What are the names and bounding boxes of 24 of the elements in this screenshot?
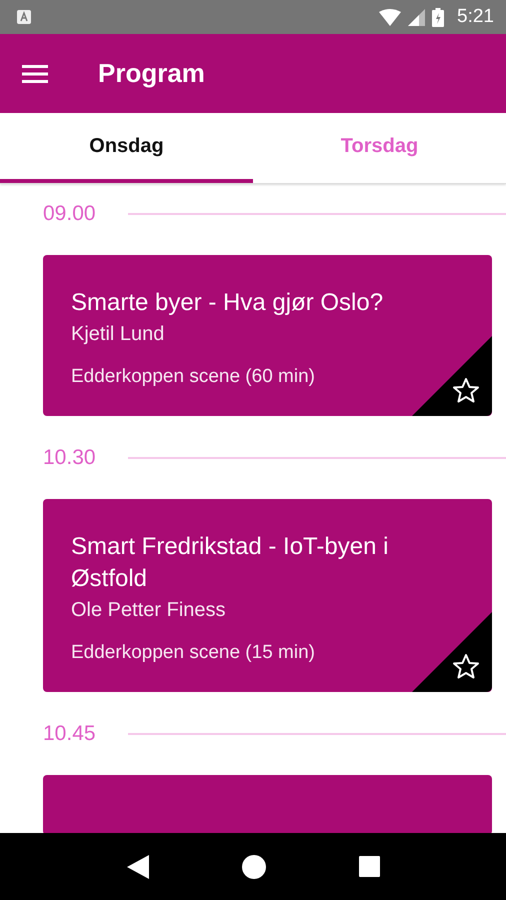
signal-icon <box>408 8 426 26</box>
speaker-name: Kjetil Lund <box>71 323 166 346</box>
menu-icon[interactable] <box>22 64 48 82</box>
session-location: Edderkoppen scene (60 min) <box>71 366 316 388</box>
recents-icon[interactable] <box>358 856 380 877</box>
favorite-star-icon[interactable] <box>412 336 492 416</box>
session-location: Edderkoppen scene (15 min) <box>71 642 316 664</box>
wifi-icon <box>379 8 402 26</box>
favorite-star-icon[interactable] <box>412 612 492 692</box>
home-icon[interactable] <box>242 854 266 878</box>
session-title: Smarte byer - Hva gjør Oslo? <box>71 288 384 318</box>
notification-icon <box>17 10 31 24</box>
time-label: 10.30 <box>43 446 97 470</box>
session-card[interactable]: Smart Fredrikstad - IoT-byen i Østfold Ole Petter Finess Edderkoppen scene (15 min) <box>43 499 492 692</box>
session-card[interactable]: Smarte byer - Hva gjør Oslo? Kjetil Lund Edderkoppen scene (60 min) <box>43 255 492 416</box>
app-title: Program <box>98 58 205 89</box>
day-tab[interactable]: Onsdag <box>0 113 253 183</box>
time-label: 10.45 <box>43 722 97 746</box>
time-label: 09.00 <box>43 202 97 226</box>
status-time: 5:21 <box>457 6 494 28</box>
back-icon[interactable] <box>126 854 148 878</box>
battery-icon <box>432 8 444 26</box>
speaker-name: Ole Petter Finess <box>71 599 227 622</box>
session-title: Smart Fredrikstad - IoT-byen i Østfold <box>71 532 390 594</box>
